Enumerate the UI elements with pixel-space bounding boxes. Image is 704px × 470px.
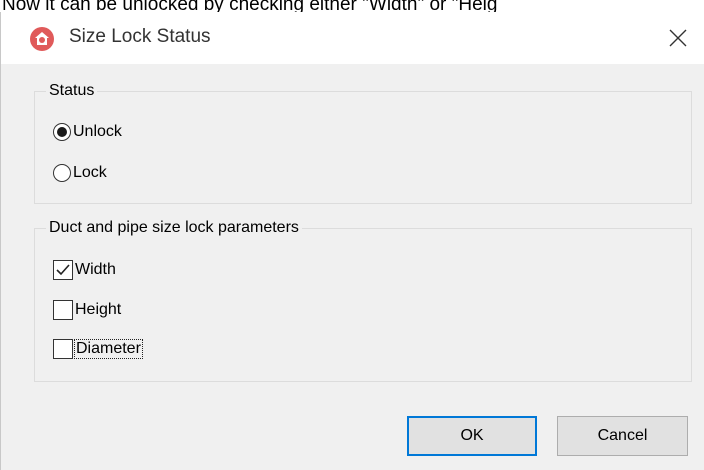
- checkbox-diameter[interactable]: Diameter: [53, 336, 143, 362]
- dialog-title: Size Lock Status: [69, 26, 211, 47]
- size-lock-status-dialog: Size Lock Status Status Unlock Lock Duct…: [0, 12, 704, 470]
- title-bar[interactable]: Size Lock Status: [1, 12, 704, 64]
- checkbox-width[interactable]: Width: [53, 257, 116, 283]
- revit-app-icon: [30, 27, 54, 51]
- checkbox-diameter-box[interactable]: [53, 339, 73, 359]
- checkbox-height-label[interactable]: Height: [75, 301, 121, 319]
- checkbox-width-box[interactable]: [53, 260, 73, 280]
- params-group-legend: Duct and pipe size lock parameters: [46, 218, 302, 238]
- status-group-legend: Status: [46, 81, 98, 101]
- checkbox-width-label[interactable]: Width: [75, 261, 116, 279]
- radio-unlock[interactable]: Unlock: [53, 119, 122, 145]
- cancel-button[interactable]: Cancel: [557, 416, 688, 456]
- checkmark-icon: [56, 264, 70, 276]
- checkbox-height[interactable]: Height: [53, 297, 121, 323]
- radio-lock[interactable]: Lock: [53, 160, 107, 186]
- checkbox-height-box[interactable]: [53, 300, 73, 320]
- close-icon: [669, 29, 687, 47]
- radio-unlock-label[interactable]: Unlock: [73, 123, 122, 141]
- ok-button[interactable]: OK: [407, 416, 537, 456]
- radio-lock-label[interactable]: Lock: [73, 164, 107, 182]
- status-group: Status: [34, 81, 692, 204]
- radio-lock-indicator[interactable]: [53, 164, 71, 182]
- radio-unlock-indicator[interactable]: [53, 123, 71, 141]
- close-button[interactable]: [652, 12, 704, 64]
- checkbox-diameter-label[interactable]: Diameter: [74, 339, 143, 359]
